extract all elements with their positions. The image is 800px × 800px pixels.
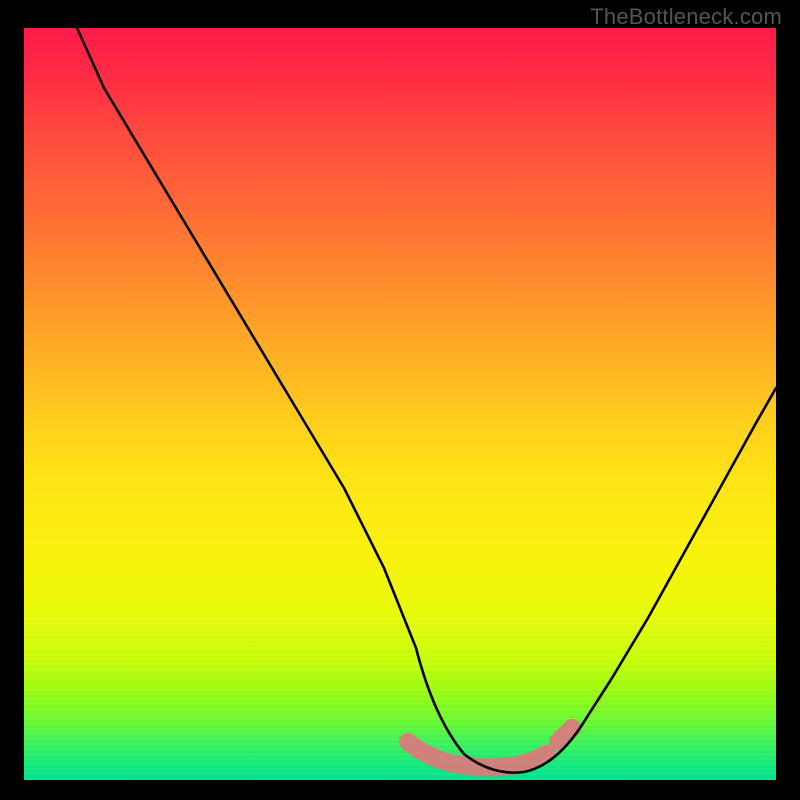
chart-svg-layer [24, 28, 776, 780]
optimal-range-highlight [408, 742, 546, 768]
chart-plot-area [24, 28, 776, 780]
gradient-banding-overlay [24, 615, 776, 780]
optimal-range-highlight-tail [558, 728, 572, 742]
watermark-text: TheBottleneck.com [590, 4, 782, 30]
bottleneck-curve [77, 28, 776, 773]
